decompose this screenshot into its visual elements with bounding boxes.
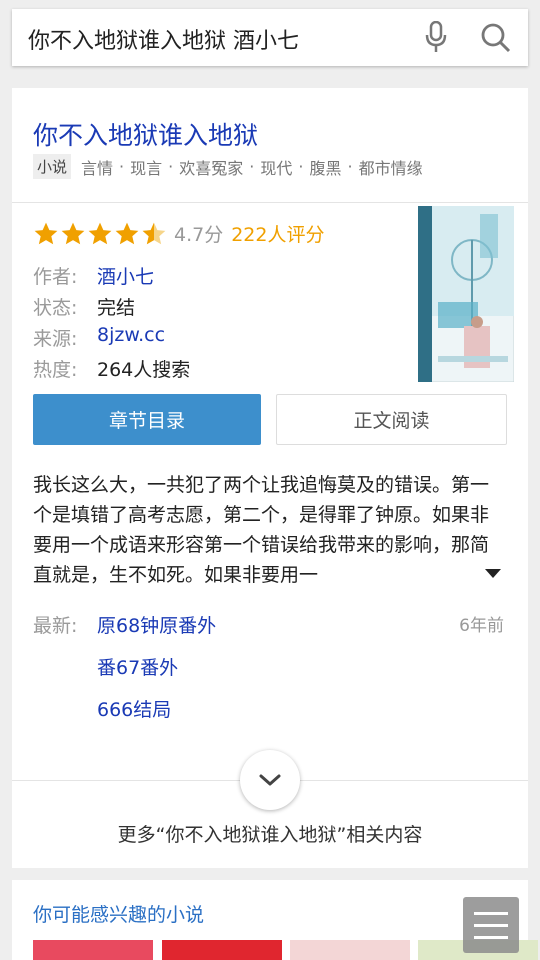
- tag: 言情: [81, 158, 114, 178]
- recommend-card: 你可能感兴趣的小说: [12, 880, 538, 960]
- chapter-link[interactable]: 原68钟原番外: [97, 611, 216, 638]
- book-thumbnail[interactable]: [33, 940, 153, 960]
- star-rating: [33, 221, 168, 247]
- tag: 都市情缘: [358, 158, 423, 178]
- review-count: 222人评分: [231, 224, 325, 246]
- tag-separator: ·: [347, 157, 353, 176]
- book-card: 你不入地狱谁入地狱 小说 言情 · 现言 · 欢喜冤家 · 现代 · 腹黑 · …: [12, 88, 528, 868]
- info-source: 来源: 8jzw.cc: [33, 324, 165, 351]
- expand-icon[interactable]: [484, 566, 502, 580]
- info-label: 热度:: [33, 359, 78, 381]
- more-toggle-button[interactable]: [240, 750, 300, 810]
- half-star-icon: [142, 222, 166, 244]
- search-icon[interactable]: [480, 22, 512, 54]
- info-label: 来源:: [33, 328, 78, 350]
- mic-icon[interactable]: [424, 21, 448, 53]
- source-link[interactable]: 8jzw.cc: [97, 324, 165, 351]
- status-value: 完结: [97, 297, 136, 319]
- chevron-down-icon: [259, 774, 281, 786]
- latest-label: 最新:: [33, 615, 78, 637]
- book-thumbnail[interactable]: [162, 940, 282, 960]
- menu-bar: [474, 923, 508, 927]
- book-title[interactable]: 你不入地狱谁入地狱: [33, 116, 258, 152]
- divider: [12, 202, 528, 203]
- menu-bar: [474, 911, 508, 915]
- tag: 现言: [130, 158, 163, 178]
- tag: 欢喜冤家: [179, 158, 244, 178]
- rating-score: 4.7分: [174, 224, 224, 246]
- tag-row: 小说 言情 · 现言 · 欢喜冤家 · 现代 · 腹黑 · 都市情缘: [33, 154, 423, 179]
- tag-separator: ·: [168, 157, 174, 176]
- more-related-link[interactable]: 更多“你不入地狱谁入地狱”相关内容: [12, 820, 528, 847]
- chapter-link[interactable]: 番67番外: [97, 653, 178, 680]
- latest-time: 6年前: [459, 616, 504, 636]
- star-icon: [61, 222, 85, 244]
- rating-row: 4.7分 222人评分: [33, 220, 324, 247]
- category-badge: 小说: [33, 154, 72, 179]
- chapter-link[interactable]: 666结局: [97, 695, 171, 722]
- menu-bar: [474, 935, 508, 939]
- read-button[interactable]: 正文阅读: [276, 394, 507, 445]
- search-bar[interactable]: 你不入地狱谁入地狱 酒小七: [12, 9, 528, 66]
- author-link[interactable]: 酒小七: [97, 262, 154, 289]
- tag-separator: ·: [298, 157, 304, 176]
- book-summary[interactable]: 我长这么大，一共犯了两个让我追悔莫及的错误。第一个是填错了高考志愿，第二个，是得…: [33, 470, 501, 590]
- tag: 现代: [260, 158, 293, 178]
- book-cover[interactable]: [418, 206, 514, 382]
- menu-icon[interactable]: [463, 897, 519, 953]
- info-status: 状态: 完结: [33, 293, 135, 320]
- info-popularity: 热度: 264人搜索: [33, 355, 190, 382]
- toc-button[interactable]: 章节目录: [33, 394, 261, 445]
- star-icon: [34, 222, 58, 244]
- star-icon: [115, 222, 139, 244]
- info-label: 作者:: [33, 266, 78, 288]
- tag-separator: ·: [119, 157, 125, 176]
- search-input[interactable]: 你不入地狱谁入地狱 酒小七: [28, 23, 299, 55]
- star-icon: [88, 222, 112, 244]
- info-label: 状态:: [33, 297, 78, 319]
- book-thumbnail[interactable]: [290, 940, 410, 960]
- recommend-title: 你可能感兴趣的小说: [33, 904, 205, 926]
- tag: 腹黑: [309, 158, 342, 178]
- info-author: 作者: 酒小七: [33, 262, 154, 289]
- popularity-value: 264人搜索: [97, 359, 191, 381]
- tag-separator: ·: [249, 157, 255, 176]
